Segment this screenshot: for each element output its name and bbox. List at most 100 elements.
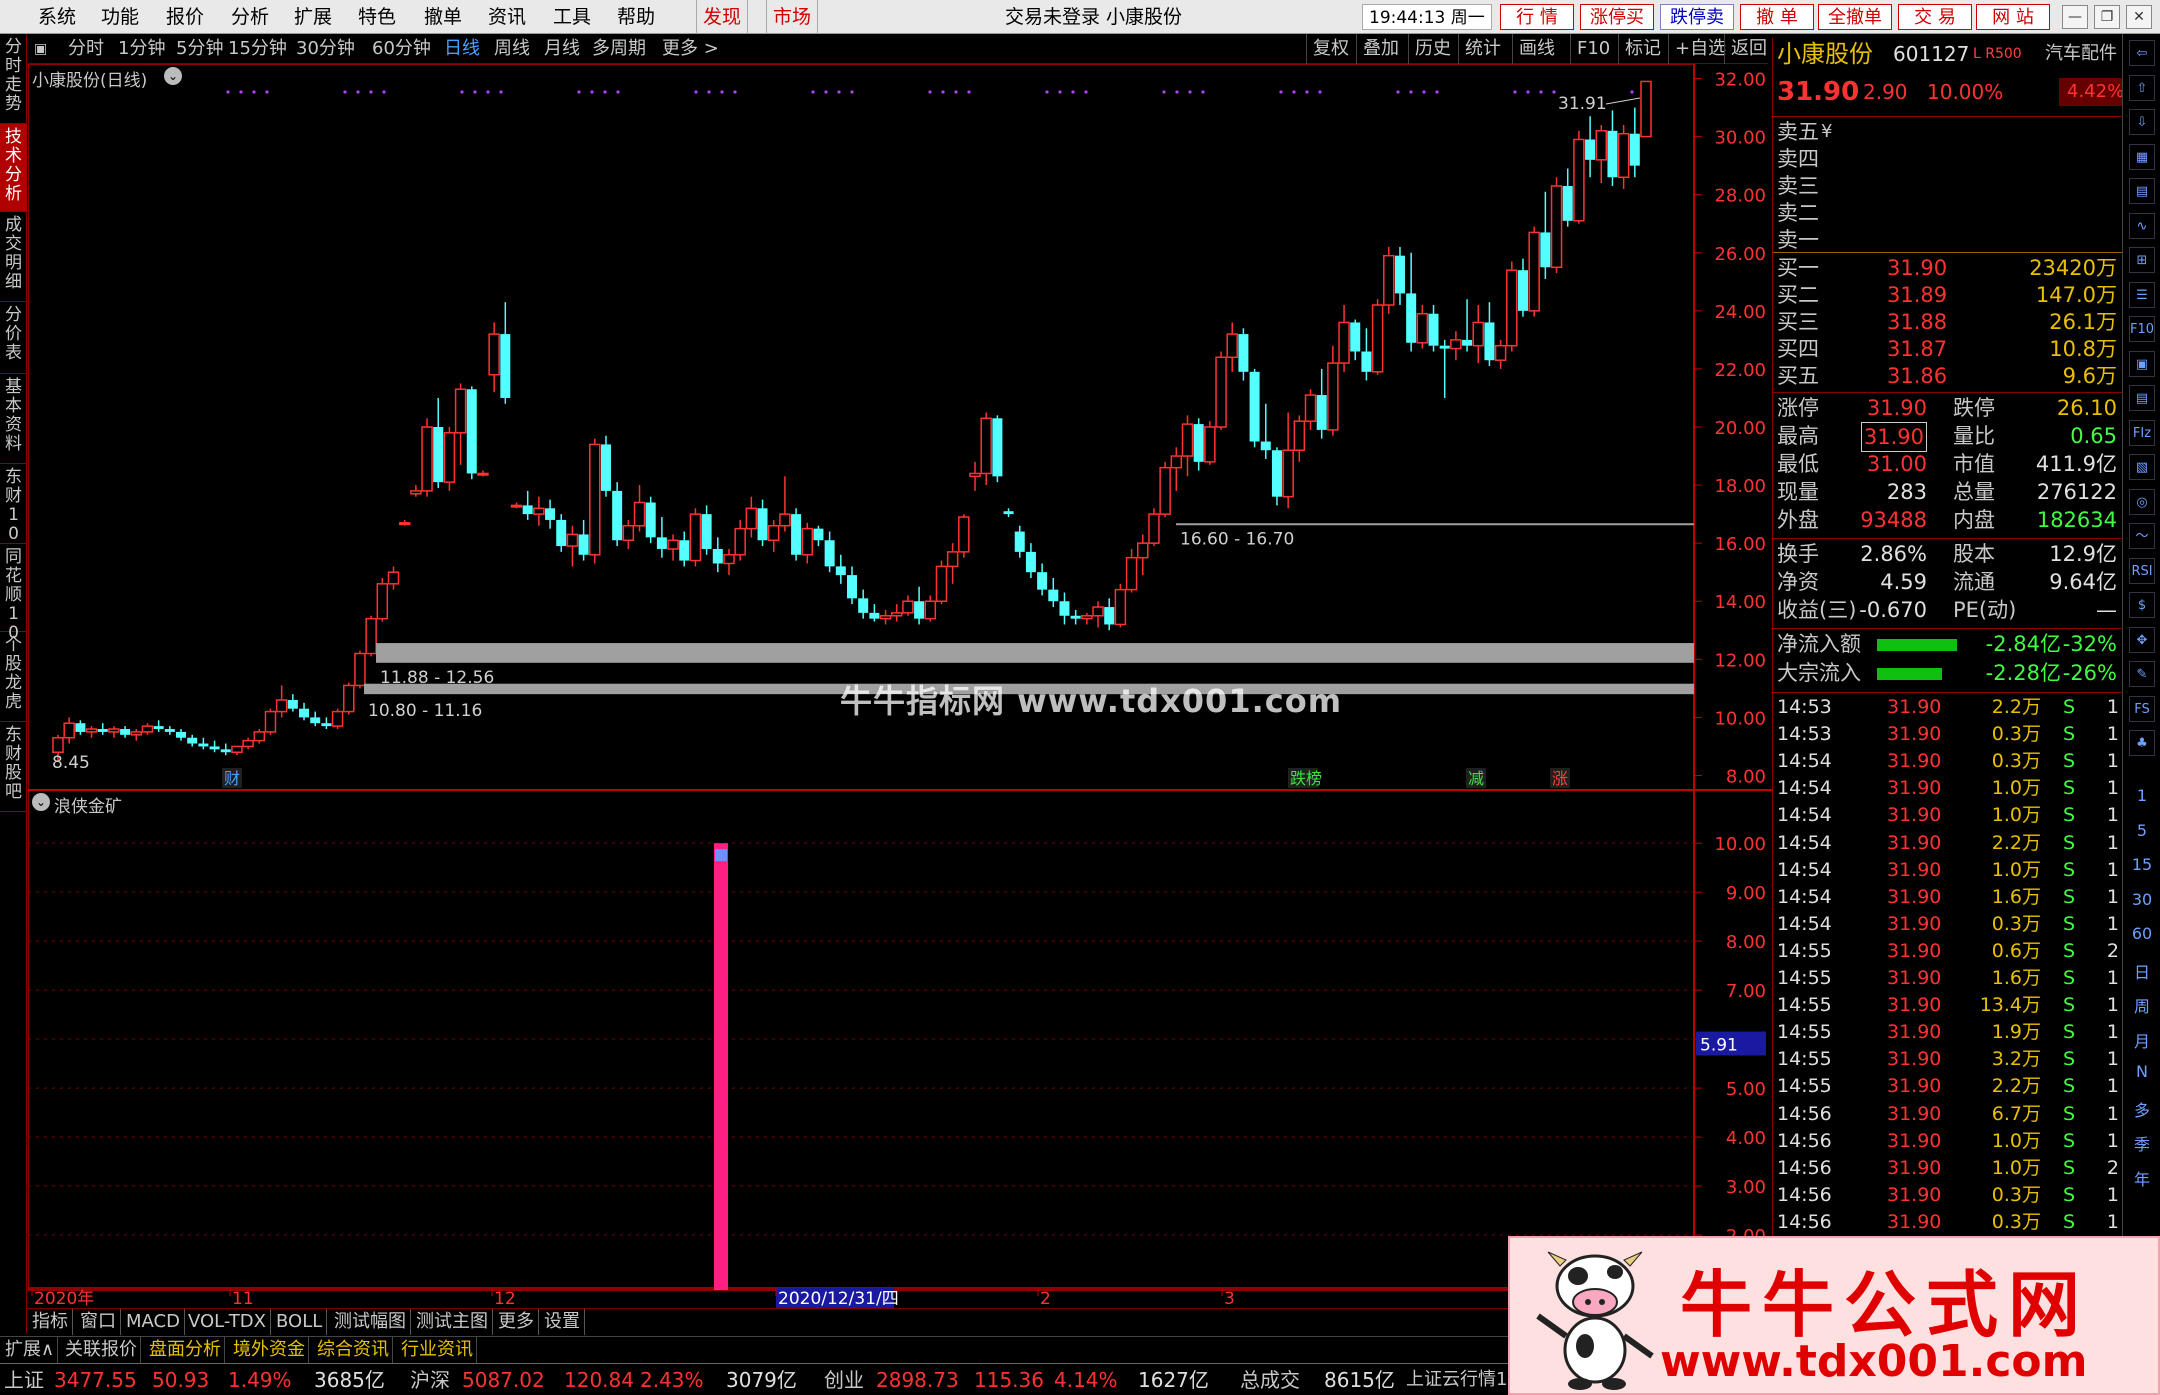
quick-button[interactable]: 撤 单 bbox=[1740, 4, 1814, 30]
candle[interactable] bbox=[387, 566, 400, 590]
candle[interactable] bbox=[1494, 339, 1507, 369]
tick-row[interactable]: 14:54 31.90 1.0万 S 1 bbox=[1777, 802, 2119, 829]
chart-tool-button[interactable]: 统计 bbox=[1458, 34, 1501, 64]
pencil-icon[interactable]: ✎ bbox=[2129, 661, 2155, 687]
calendar-icon[interactable]: ▧ bbox=[2129, 454, 2155, 480]
ext-tab[interactable]: 综合资讯 bbox=[314, 1337, 393, 1363]
chart-tool-button[interactable]: 叠加 bbox=[1356, 34, 1399, 64]
menu-item-highlight[interactable]: 发现 bbox=[696, 0, 749, 34]
strip-period[interactable]: 多 bbox=[2123, 1097, 2160, 1121]
candle[interactable] bbox=[712, 537, 723, 573]
chart-tool-button[interactable]: +自选 bbox=[1668, 34, 1726, 64]
chart-tool-button[interactable]: 返回 bbox=[1724, 34, 1767, 64]
candle[interactable] bbox=[745, 496, 758, 538]
tick-row[interactable]: 14:55 31.90 3.2万 S 1 bbox=[1777, 1046, 2119, 1073]
candle[interactable] bbox=[1629, 107, 1640, 178]
indicator-tab[interactable]: 指标 bbox=[28, 1309, 73, 1335]
candle[interactable] bbox=[1137, 534, 1149, 576]
ask-row[interactable]: 卖二 bbox=[1777, 199, 2119, 227]
candle[interactable] bbox=[1125, 548, 1138, 593]
candle[interactable] bbox=[622, 519, 635, 549]
candle[interactable] bbox=[1350, 319, 1361, 361]
period-tab[interactable]: 分时 bbox=[68, 34, 104, 64]
menu-item[interactable]: 帮助 bbox=[611, 0, 661, 34]
chart-settings-icon[interactable]: ⌄ bbox=[164, 67, 182, 85]
candle[interactable] bbox=[701, 505, 712, 555]
indicator-tab[interactable]: VOL-TDX bbox=[184, 1309, 271, 1335]
candle[interactable] bbox=[1293, 415, 1306, 462]
candle[interactable] bbox=[310, 711, 321, 727]
fiz-icon[interactable]: FIz bbox=[2129, 419, 2155, 446]
candle[interactable] bbox=[287, 694, 298, 712]
book-icon[interactable]: ▣ bbox=[2129, 350, 2155, 377]
left-tab[interactable]: 个股龙虎 bbox=[0, 632, 27, 722]
tick-row[interactable]: 14:55 31.90 0.6万 S 2 bbox=[1777, 938, 2119, 965]
candle[interactable] bbox=[153, 720, 164, 732]
left-tab[interactable]: 东财股吧 bbox=[0, 722, 27, 812]
candle[interactable] bbox=[421, 418, 433, 497]
candle[interactable] bbox=[1048, 578, 1059, 608]
candle[interactable] bbox=[1215, 351, 1227, 430]
indicator-tab[interactable]: 测试幅图 bbox=[330, 1309, 411, 1335]
candle[interactable] bbox=[343, 682, 355, 715]
candle[interactable] bbox=[1148, 508, 1160, 547]
candle[interactable] bbox=[1472, 305, 1485, 364]
candle[interactable] bbox=[1226, 322, 1238, 372]
strip-period[interactable]: 15 bbox=[2123, 855, 2160, 874]
candle[interactable] bbox=[120, 726, 131, 738]
ext-tab[interactable]: 境外资金 bbox=[230, 1337, 309, 1363]
candle[interactable] bbox=[1059, 592, 1070, 625]
candle[interactable] bbox=[108, 726, 120, 738]
strip-period[interactable]: 季 bbox=[2123, 1131, 2160, 1155]
candle[interactable] bbox=[589, 438, 601, 564]
tick-row[interactable]: 14:54 31.90 1.6万 S 1 bbox=[1777, 884, 2119, 911]
candle[interactable] bbox=[1528, 226, 1540, 317]
candle[interactable] bbox=[869, 604, 880, 622]
toggle-icon[interactable]: ▣ bbox=[34, 34, 50, 64]
bid-row[interactable]: 买五 31.86 9.6万 bbox=[1777, 362, 2119, 390]
candle[interactable] bbox=[97, 723, 108, 735]
candle[interactable] bbox=[791, 508, 802, 561]
strip-period[interactable]: 1 bbox=[2123, 786, 2160, 805]
candle[interactable] bbox=[1562, 168, 1573, 227]
indicator-tab[interactable]: 设置 bbox=[540, 1309, 585, 1335]
candle[interactable] bbox=[533, 496, 545, 526]
menu-item[interactable]: 扩展 bbox=[288, 0, 338, 34]
menu-item[interactable]: 功能 bbox=[95, 0, 145, 34]
candle[interactable] bbox=[1304, 389, 1317, 430]
event-mark[interactable]: 涨 bbox=[1550, 768, 1570, 788]
menu-item[interactable]: 报价 bbox=[160, 0, 210, 34]
bid-row[interactable]: 买一 31.90 23420万 bbox=[1777, 254, 2119, 282]
quick-button[interactable]: 交 易 bbox=[1898, 4, 1972, 30]
strip-period[interactable]: 日 bbox=[2123, 959, 2160, 983]
candle[interactable] bbox=[914, 586, 925, 625]
period-tab[interactable]: 多周期 bbox=[592, 34, 646, 64]
candle[interactable] bbox=[466, 386, 477, 480]
candle[interactable] bbox=[1104, 598, 1115, 631]
period-tab[interactable]: 5分钟 bbox=[176, 34, 223, 64]
candle[interactable] bbox=[556, 514, 567, 552]
candle[interactable] bbox=[813, 525, 824, 547]
candle[interactable] bbox=[734, 519, 746, 561]
candle[interactable] bbox=[633, 485, 646, 532]
f10-icon[interactable]: F10 bbox=[2129, 316, 2155, 342]
tick-row[interactable]: 14:56 31.90 6.7万 S 1 bbox=[1777, 1101, 2119, 1128]
tick-row[interactable]: 14:55 31.90 13.4万 S 1 bbox=[1777, 992, 2119, 1019]
candle[interactable] bbox=[847, 566, 857, 605]
candle[interactable] bbox=[578, 519, 589, 561]
menu-item[interactable]: 特色 bbox=[352, 0, 402, 34]
fx-icon[interactable]: ♣ bbox=[2129, 730, 2155, 756]
tick-row[interactable]: 14:56 31.90 1.0万 S 2 bbox=[1777, 1155, 2119, 1182]
candle[interactable] bbox=[321, 717, 332, 730]
candle[interactable] bbox=[63, 717, 75, 744]
candle[interactable] bbox=[477, 470, 489, 477]
tick-row[interactable]: 14:54 31.90 1.0万 S 1 bbox=[1777, 857, 2119, 884]
tick-row[interactable]: 14:56 31.90 0.3万 S 1 bbox=[1777, 1209, 2119, 1236]
tick-row[interactable]: 14:55 31.90 1.6万 S 1 bbox=[1777, 965, 2119, 992]
tick-row[interactable]: 14:54 31.90 1.0万 S 1 bbox=[1777, 775, 2119, 802]
period-tab[interactable]: 月线 bbox=[544, 34, 580, 64]
candle[interactable] bbox=[1484, 302, 1495, 367]
candle[interactable] bbox=[1361, 328, 1372, 381]
minimize-icon[interactable]: — bbox=[2062, 5, 2088, 29]
quick-button[interactable]: 全撤单 bbox=[1818, 4, 1892, 30]
